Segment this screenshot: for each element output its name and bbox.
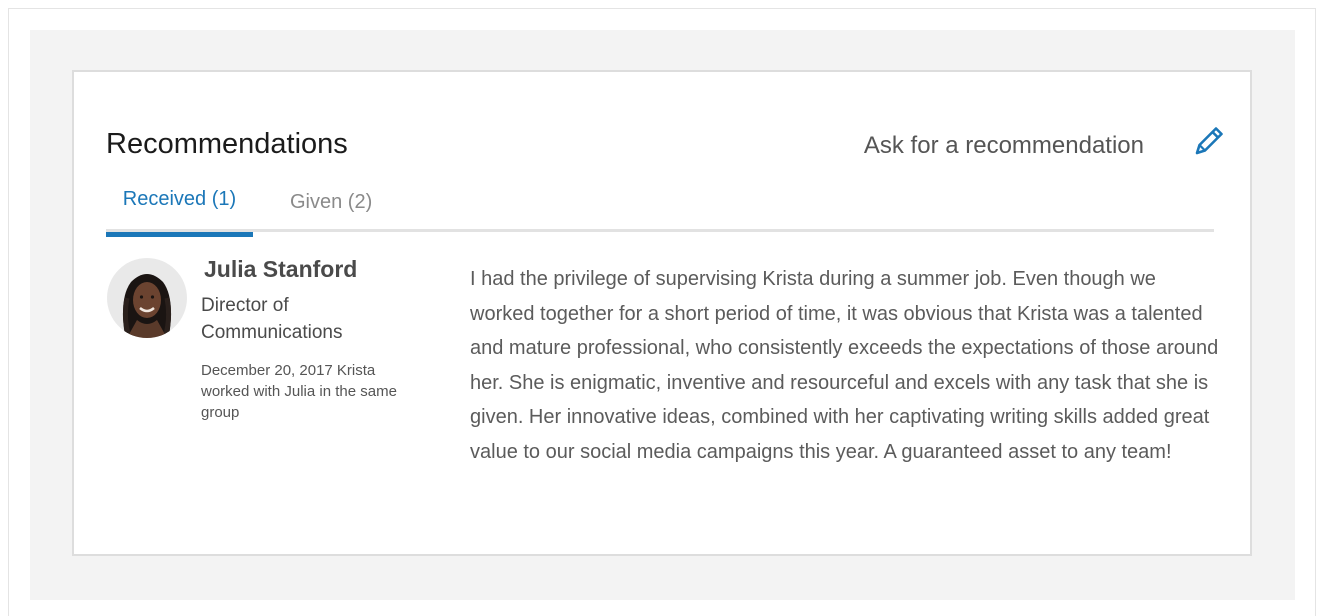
section-title: Recommendations [106,128,348,160]
recommendation-text: I had the privilege of supervising Krist… [470,268,1219,463]
avatar[interactable] [107,258,187,338]
tab-received-label: Received (1) [122,188,237,210]
recommender-title: Director of Communications [201,295,343,343]
recommendations-card: Recommendations Ask for a recommendation… [72,70,1252,556]
recommendation-meta: December 20, 2017 Krista worked with Jul… [201,362,397,421]
tab-received[interactable]: Received (1) [106,188,253,237]
recommendation-tabs: Received (1) Given (2) [106,184,1214,237]
recommender-name[interactable]: Julia Stanford [204,256,357,283]
tab-given[interactable]: Given (2) [290,191,372,214]
active-tab-indicator [106,232,253,237]
tab-given-label: Given (2) [290,191,373,213]
pencil-icon[interactable] [1192,124,1226,158]
ask-for-recommendation-link[interactable]: Ask for a recommendation [864,132,1144,160]
